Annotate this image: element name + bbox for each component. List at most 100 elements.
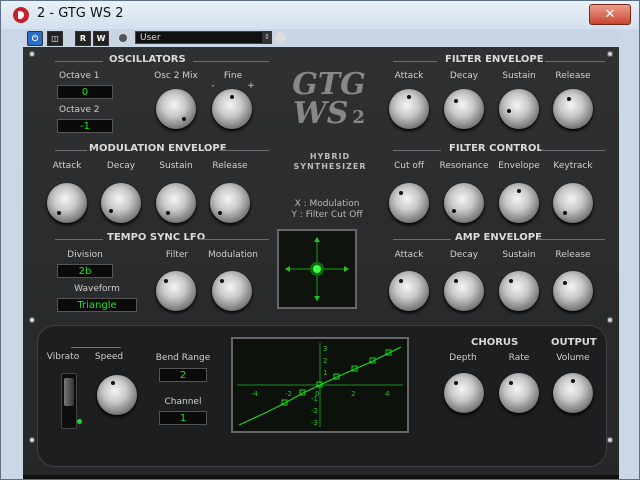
fenv-attack-knob[interactable] bbox=[389, 89, 429, 129]
divider bbox=[193, 61, 269, 62]
channel-display[interactable]: 1 bbox=[159, 411, 207, 425]
mod-decay-knob[interactable] bbox=[101, 183, 141, 223]
amp-sustain-label: Sustain bbox=[502, 250, 536, 260]
lfo-filter-knob[interactable] bbox=[156, 271, 196, 311]
volume-label: Volume bbox=[556, 353, 590, 363]
xy-pad[interactable] bbox=[277, 229, 357, 309]
resonance-label: Resonance bbox=[439, 161, 489, 171]
logo-line2: WS bbox=[293, 96, 349, 131]
y-tick-label: -1 bbox=[311, 395, 318, 403]
xy-arrow-icon bbox=[344, 266, 349, 272]
lfo-modulation-knob[interactable] bbox=[212, 271, 252, 311]
x-tick-label: 4 bbox=[385, 390, 390, 398]
filter-ctrl-header: FILTER CONTROL bbox=[449, 143, 543, 154]
close-button[interactable]: ✕ bbox=[589, 4, 631, 25]
vibrato-speed-knob[interactable] bbox=[97, 375, 137, 415]
cutoff-knob[interactable] bbox=[389, 183, 429, 223]
fenv-release-label: Release bbox=[555, 71, 591, 81]
mod-release-knob[interactable] bbox=[210, 183, 250, 223]
preset-arrow-icon[interactable]: ⇕ bbox=[262, 31, 272, 44]
screw-icon bbox=[607, 437, 613, 443]
fine-knob[interactable] bbox=[212, 89, 252, 129]
gtg-logo: GTG WS 2 bbox=[289, 67, 369, 131]
write-automation-button[interactable]: W bbox=[93, 31, 109, 46]
preset-selector[interactable]: User bbox=[135, 31, 271, 44]
power-button[interactable]: ⏻ bbox=[27, 31, 43, 46]
amp-attack-label: Attack bbox=[394, 250, 424, 260]
x-tick-label: -2 bbox=[285, 390, 292, 398]
preset-menu-icon[interactable] bbox=[275, 32, 286, 43]
mod-sustain-knob[interactable] bbox=[156, 183, 196, 223]
division-label: Division bbox=[67, 250, 103, 260]
amp-attack-knob[interactable] bbox=[389, 271, 429, 311]
filter-env-header: FILTER ENVELOPE bbox=[445, 54, 544, 65]
octave1-display[interactable]: 0 bbox=[57, 85, 113, 99]
fenv-sustain-knob[interactable] bbox=[499, 89, 539, 129]
mod-sustain-label: Sustain bbox=[159, 161, 193, 171]
chorus-depth-knob[interactable] bbox=[444, 373, 484, 413]
fenv-release-knob[interactable] bbox=[553, 89, 593, 129]
chorus-rate-label: Rate bbox=[508, 353, 530, 363]
divider bbox=[393, 61, 437, 62]
envelope-label: Envelope bbox=[498, 161, 540, 171]
xy-arrow-icon bbox=[314, 237, 320, 242]
status-dot-icon bbox=[119, 34, 127, 42]
mod-attack-label: Attack bbox=[52, 161, 82, 171]
amp-release-knob[interactable] bbox=[553, 271, 593, 311]
speed-label: Speed bbox=[94, 352, 124, 362]
xy-arrow-icon bbox=[314, 296, 320, 301]
hybrid-label: HYBRID bbox=[309, 152, 351, 161]
logo-version: 2 bbox=[352, 107, 365, 128]
chorus-depth-label: Depth bbox=[449, 353, 477, 363]
panel-bottom-edge bbox=[23, 475, 619, 479]
divider bbox=[219, 150, 269, 151]
amp-sustain-knob[interactable] bbox=[499, 271, 539, 311]
window-title: 2 - GTG WS 2 bbox=[37, 6, 124, 21]
cubase-app-icon bbox=[13, 7, 29, 23]
volume-knob[interactable] bbox=[553, 373, 593, 413]
division-display[interactable]: 2b bbox=[57, 264, 113, 278]
fenv-decay-label: Decay bbox=[449, 71, 479, 81]
x-tick-label: 2 bbox=[351, 390, 355, 398]
keytrack-knob[interactable] bbox=[553, 183, 593, 223]
xy-cursor-handle[interactable] bbox=[313, 265, 321, 273]
chorus-rate-knob[interactable] bbox=[499, 373, 539, 413]
y-tick-label: 1 bbox=[323, 369, 327, 377]
envelope-knob[interactable] bbox=[499, 183, 539, 223]
lfo-modulation-label: Modulation bbox=[208, 250, 258, 260]
waveform-label: Waveform bbox=[74, 284, 120, 294]
y-tick-label: -2 bbox=[311, 407, 318, 415]
divider bbox=[55, 239, 103, 240]
screw-icon bbox=[29, 317, 35, 323]
osc2mix-knob[interactable] bbox=[156, 89, 196, 129]
synthesizer-label: SYNTHESIZER bbox=[293, 162, 367, 171]
fine-minus-label: - bbox=[211, 81, 215, 91]
waveform-display[interactable]: Triangle bbox=[57, 298, 137, 312]
velocity-curve-display: -4 -2 0 2 4 3 2 1 -1 -2 -3 bbox=[231, 337, 409, 433]
title-bar: 2 - GTG WS 2 ✕ bbox=[1, 1, 639, 29]
fine-label: Fine bbox=[223, 71, 243, 81]
read-automation-button[interactable]: R bbox=[75, 31, 91, 46]
vibrato-toggle[interactable] bbox=[61, 373, 77, 429]
xy-y-label: Y : Filter Cut Off bbox=[291, 210, 363, 220]
plugin-window: 2 - GTG WS 2 ✕ ⏻ ◫ R W User ⇕ OSCILLATOR… bbox=[0, 0, 640, 480]
amp-decay-knob[interactable] bbox=[444, 271, 484, 311]
amp-env-header: AMP ENVELOPE bbox=[455, 232, 542, 243]
resonance-knob[interactable] bbox=[444, 183, 484, 223]
bypass-button[interactable]: ◫ bbox=[47, 31, 63, 46]
amp-decay-label: Decay bbox=[449, 250, 479, 260]
lfo-filter-label: Filter bbox=[165, 250, 189, 260]
synth-panel: OSCILLATORS Octave 1 0 Octave 2 -1 Osc 2… bbox=[23, 47, 619, 477]
keytrack-label: Keytrack bbox=[553, 161, 593, 171]
mod-release-label: Release bbox=[212, 161, 248, 171]
oscillators-header: OSCILLATORS bbox=[109, 54, 186, 65]
screw-icon bbox=[607, 317, 613, 323]
octave2-display[interactable]: -1 bbox=[57, 119, 113, 133]
mod-decay-label: Decay bbox=[106, 161, 136, 171]
fenv-decay-knob[interactable] bbox=[444, 89, 484, 129]
fine-plus-label: + bbox=[247, 81, 255, 91]
velocity-curve-graphic: -4 -2 0 2 4 3 2 1 -1 -2 -3 bbox=[237, 343, 403, 427]
bend-range-display[interactable]: 2 bbox=[159, 368, 207, 382]
output-header: OUTPUT bbox=[551, 337, 597, 348]
mod-attack-knob[interactable] bbox=[47, 183, 87, 223]
